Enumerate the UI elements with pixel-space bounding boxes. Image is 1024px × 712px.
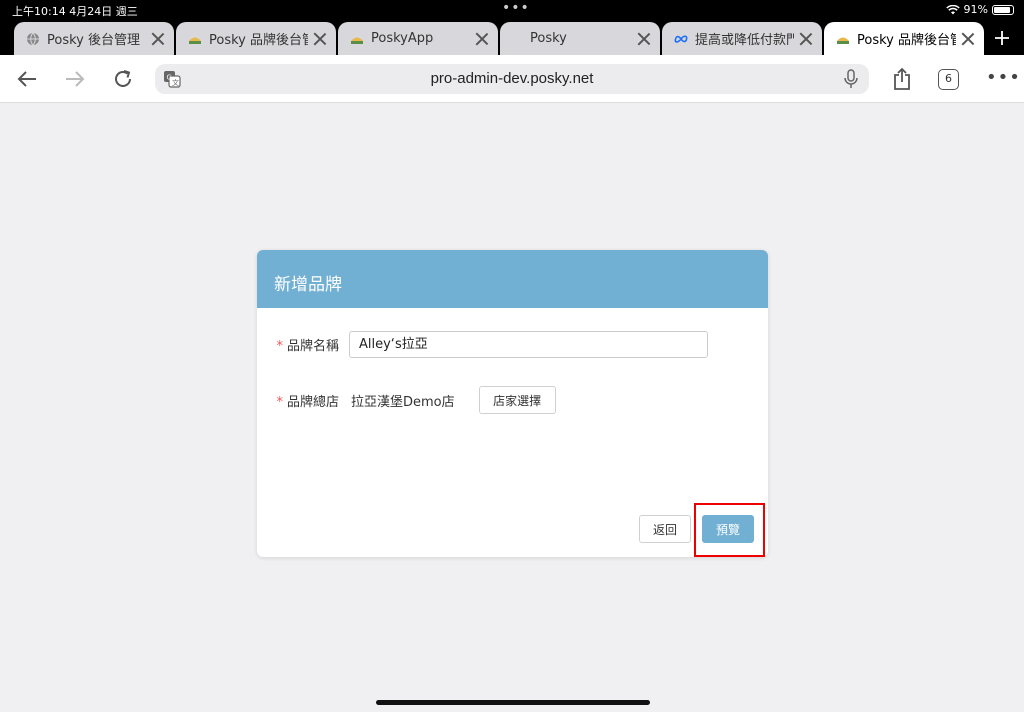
back-button[interactable]: 返回 <box>639 515 691 543</box>
meta-icon <box>674 32 688 46</box>
address-bar[interactable]: G文 pro-admin-dev.posky.net <box>155 64 869 94</box>
status-time: 上午10:14 4月24日 週三 <box>12 5 138 18</box>
tab-title: PoskyApp <box>371 31 434 46</box>
tab-title: Posky 後台管理 <box>47 33 140 48</box>
posky-favicon <box>188 32 202 46</box>
microphone-icon[interactable] <box>843 69 859 89</box>
tab-title: 提高或降低付款門檻 <box>695 33 794 48</box>
brand-name-input[interactable]: Alley‘s拉亞 <box>349 331 708 358</box>
brand-name-row: * 品牌名稱 Alley‘s拉亞 <box>257 331 708 358</box>
dialog-title: 新增品牌 <box>257 250 768 308</box>
tab-3[interactable]: PoskyApp <box>338 22 498 55</box>
multitasking-dots[interactable]: ••• <box>502 0 530 16</box>
required-mark: * <box>276 394 283 410</box>
tab-2[interactable]: Posky 品牌後台管理 <box>176 22 336 55</box>
close-icon[interactable] <box>636 31 652 47</box>
posky-favicon <box>350 32 364 46</box>
add-brand-dialog: 新增品牌 * 品牌名稱 Alley‘s拉亞 * 品牌總店 拉亞漢堡Demo店 店家選… <box>257 250 768 557</box>
tab-4[interactable]: Posky <box>500 22 660 55</box>
new-tab-button[interactable] <box>988 24 1016 52</box>
store-select-button[interactable]: 店家選擇 <box>478 386 556 414</box>
battery-icon <box>992 4 1014 15</box>
arrow-left-icon <box>17 71 36 87</box>
forward-button[interactable] <box>61 65 89 93</box>
arrow-right-icon <box>66 71 85 87</box>
battery-percent: 91% <box>963 3 988 16</box>
posky-favicon <box>836 32 850 46</box>
browser-toolbar: G文 pro-admin-dev.posky.net 6 ••• <box>0 55 1024 103</box>
tab-title: Posky <box>530 31 567 46</box>
hq-store-value: 拉亞漢堡Demo店 <box>351 394 455 410</box>
close-icon[interactable] <box>798 31 814 47</box>
close-icon[interactable] <box>960 31 976 47</box>
tab-1[interactable]: Posky 後台管理 <box>14 22 174 55</box>
more-options-button[interactable]: ••• <box>986 67 1021 88</box>
tab-5[interactable]: 提高或降低付款門檻 <box>662 22 822 55</box>
tab-count-button[interactable]: 6 <box>938 69 959 90</box>
status-right: 91% <box>945 3 1014 16</box>
close-icon[interactable] <box>312 31 328 47</box>
close-icon[interactable] <box>150 31 166 47</box>
share-icon <box>894 67 910 90</box>
close-icon[interactable] <box>474 31 490 47</box>
share-button[interactable] <box>888 65 916 93</box>
globe-icon <box>26 32 40 46</box>
highlight-box <box>694 503 765 557</box>
tab-6-active[interactable]: Posky 品牌後台管理 <box>824 22 984 55</box>
reload-button[interactable] <box>109 65 137 93</box>
tab-strip: Posky 後台管理 Posky 品牌後台管理 PoskyApp Posky 提… <box>0 20 1024 55</box>
url-text: pro-admin-dev.posky.net <box>430 70 594 87</box>
hq-store-label: * 品牌總店 <box>276 394 339 410</box>
hq-store-row: * 品牌總店 拉亞漢堡Demo店 店家選擇 <box>257 386 556 414</box>
required-mark: * <box>276 339 283 354</box>
reload-icon <box>115 70 131 87</box>
home-indicator[interactable] <box>376 700 650 705</box>
plus-icon <box>995 31 1009 45</box>
tab-title: Posky 品牌後台管理 <box>209 33 308 48</box>
wifi-icon <box>945 4 960 14</box>
tab-title: Posky 品牌後台管理 <box>857 33 956 48</box>
back-button[interactable] <box>13 65 41 93</box>
brand-name-label: * 品牌名稱 <box>276 339 339 354</box>
status-bar: 上午10:14 4月24日 週三 ••• 91% <box>0 0 1024 20</box>
